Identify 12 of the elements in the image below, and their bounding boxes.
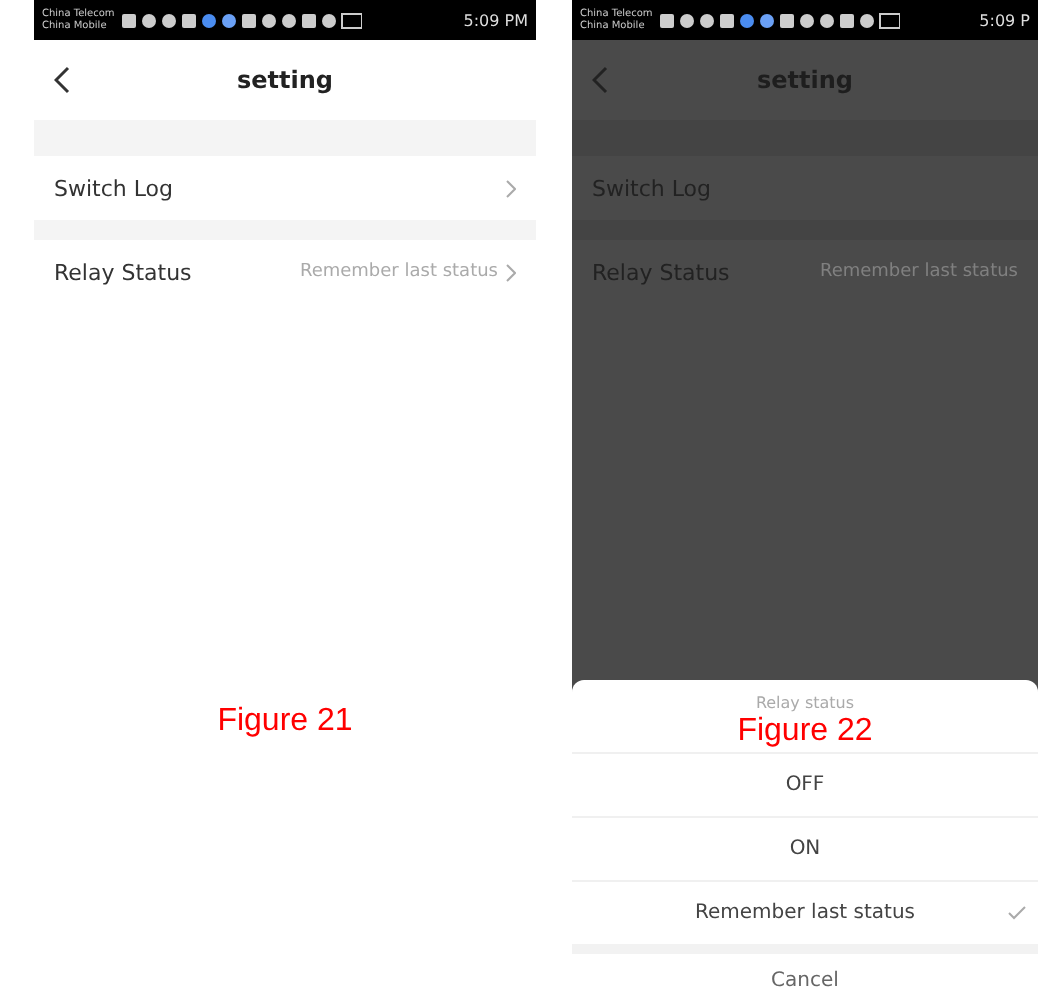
page-title: setting bbox=[237, 66, 333, 94]
row-value: Remember last status bbox=[299, 262, 498, 282]
figure-caption: Figure 21 bbox=[217, 704, 353, 740]
option-item[interactable]: ON bbox=[572, 816, 1038, 880]
figure-caption: Figure 22 bbox=[737, 714, 873, 750]
row-label: Relay Status bbox=[54, 259, 192, 285]
sheet-title: Relay status bbox=[755, 694, 855, 712]
row-label: Switch Log bbox=[54, 175, 174, 201]
option-item[interactable]: OFF bbox=[572, 752, 1038, 816]
back-icon[interactable] bbox=[54, 66, 70, 94]
clock-time: 5:09 PM bbox=[463, 11, 528, 29]
clock-time: 5:09 P bbox=[979, 11, 1030, 29]
